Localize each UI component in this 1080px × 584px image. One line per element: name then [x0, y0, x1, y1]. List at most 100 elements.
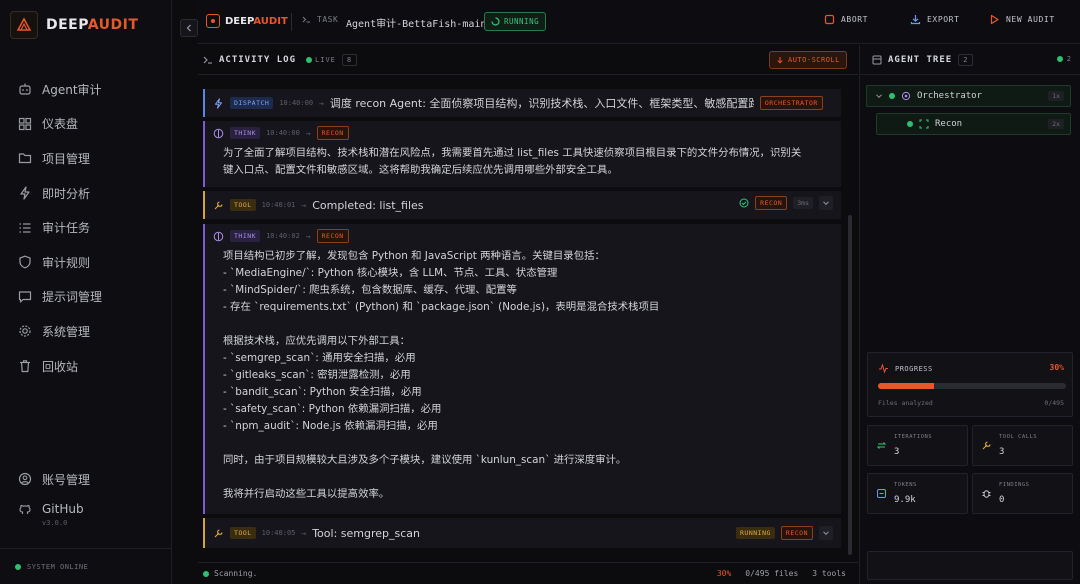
sidebar-item-audit-tasks[interactable]: 审计任务	[0, 210, 172, 245]
activity-log-entries[interactable]: DISPATCH 10:40:00 → 调度 recon Agent: 全面侦察…	[198, 76, 846, 554]
github-icon	[19, 504, 31, 514]
brand-name: DEEPAUDIT	[46, 17, 138, 33]
sidebar-item-trash[interactable]: 回收站	[0, 349, 172, 384]
entry-line: - `bandit_scan`: Python 安全扫描，必用	[223, 386, 422, 398]
header-brand-name: DEEPAUDIT	[225, 16, 288, 27]
stat-label: FINDINGS	[999, 482, 1030, 488]
entry-type-badge: THINK	[230, 127, 261, 139]
auto-scroll-toggle[interactable]: AUTO-SCROLL	[769, 51, 847, 69]
sidebar-item-instant-analysis[interactable]: 即时分析	[0, 176, 172, 211]
brain-icon	[213, 128, 224, 138]
entry-spacer	[223, 435, 829, 452]
live-text: LIVE	[315, 56, 336, 64]
chevron-down-icon	[823, 531, 829, 536]
export-label: EXPORT	[927, 15, 960, 24]
lightning-icon	[20, 186, 30, 200]
sidebar-item-label: Agent审计	[42, 82, 102, 97]
export-button[interactable]: EXPORT	[910, 14, 960, 25]
sidebar-item-projects[interactable]: 项目管理	[0, 141, 172, 176]
sidebar-item-label: 审计任务	[42, 221, 91, 236]
sidebar-item-system[interactable]: 系统管理	[0, 314, 172, 349]
sidebar-bottom: 账号管理 GitHub v3.0.0	[0, 464, 172, 538]
tree-node-count: 1x	[1048, 91, 1064, 101]
live-indicator: LIVE	[306, 56, 336, 64]
log-entry-think[interactable]: THINK 10:40:00 → RECON 为了全面了解项目结构、技术栈和潜在…	[203, 121, 841, 187]
brand-name-prefix: DEEP	[46, 17, 88, 33]
log-entry-dispatch[interactable]: DISPATCH 10:40:00 → 调度 recon Agent: 全面侦察…	[203, 89, 841, 117]
check-circle-icon	[739, 198, 749, 208]
tree-node-orchestrator[interactable]: Orchestrator 1x	[866, 85, 1071, 107]
stat-label: TOKENS	[894, 482, 917, 488]
new-audit-button[interactable]: NEW AUDIT	[989, 14, 1055, 25]
sidebar-item-dashboard[interactable]: 仪表盘	[0, 107, 172, 142]
progress-value: 0/495	[1044, 399, 1064, 407]
sidebar-item-github[interactable]: GitHub v3.0.0	[0, 498, 172, 538]
expand-entry-button[interactable]	[819, 196, 833, 210]
system-status: SYSTEM ONLINE	[0, 548, 172, 584]
entry-line: 同时，由于项目规模较大且涉及多个子模块，建议使用 `kunlun_scan` 进…	[223, 454, 627, 466]
entry-agent-badge: RECON	[780, 526, 813, 540]
activity-icon	[879, 363, 888, 374]
scan-metrics: 30% 0/495 files 3 tools	[717, 569, 846, 578]
scan-status-text: Scanning.	[214, 569, 258, 578]
sidebar-item-label: 提示词管理	[42, 290, 103, 305]
entry-line: 根据技术栈，应优先调用以下外部工具：	[223, 335, 411, 347]
active-dot-icon	[1056, 56, 1063, 62]
sidebar-item-label: 审计规则	[42, 255, 91, 270]
entry-type-badge: DISPATCH	[230, 97, 274, 109]
expand-entry-button[interactable]	[819, 526, 833, 540]
abort-button[interactable]: ABORT	[824, 14, 868, 25]
terminal-icon	[302, 16, 310, 23]
terminal-icon	[203, 56, 212, 64]
trash-icon	[20, 360, 30, 373]
bot-icon	[19, 83, 31, 95]
progress-header: PROGRESS	[878, 363, 933, 374]
arrow-right-icon: →	[305, 128, 311, 138]
task-label-text: TASK	[317, 15, 339, 24]
activity-log-footer: Scanning. 30% 0/495 files 3 tools	[198, 562, 858, 584]
new-audit-label: NEW AUDIT	[1006, 15, 1055, 24]
arrow-right-icon: →	[301, 200, 307, 210]
entry-text: Tool: semgrep_scan	[312, 526, 420, 540]
bottom-info-card	[867, 551, 1073, 580]
collapse-sidebar-button[interactable]	[180, 19, 198, 37]
entry-body: 项目结构已初步了解，发现包含 Python 和 JavaScript 两种语言。…	[205, 248, 841, 503]
log-entry-tool[interactable]: TOOL 10:40:01 → Completed: list_files RE…	[203, 191, 841, 219]
header-logo-icon	[206, 14, 220, 28]
task-name: Agent审计-BettaFish-main	[346, 19, 487, 30]
entry-meta: RUNNING RECON	[736, 526, 833, 540]
stat-findings: FINDINGS 0	[972, 473, 1073, 514]
log-entry-think[interactable]: THINK 10:40:02 → RECON 项目结构已初步了解，发现包含 Py…	[203, 224, 841, 514]
version-label: v3.0.0	[42, 519, 68, 527]
log-entry-tool-running[interactable]: TOOL 10:40:05 → Tool: semgrep_scan RUNNI…	[203, 518, 841, 548]
top-header: DEEPAUDIT TASK Agent审计-BettaFish-main RU…	[198, 0, 1080, 44]
node-status-dot-icon	[907, 121, 913, 127]
sidebar-item-agent-audit[interactable]: Agent审计	[0, 72, 172, 107]
entry-count: 8	[341, 54, 358, 66]
entry-line: - `safety_scan`: Python 依赖漏洞扫描，必用	[223, 403, 442, 415]
entry-line: 我将并行启动这些工具以提高效率。	[223, 488, 390, 500]
entry-timestamp: 10:40:01	[261, 201, 296, 209]
wrench-icon	[214, 200, 223, 209]
entry-agent-badge: RECON	[755, 196, 788, 210]
entry-agent-badge: RECON	[316, 229, 349, 243]
list-icon	[19, 223, 31, 233]
sidebar-item-label: 即时分析	[42, 186, 91, 201]
chevron-down-icon	[823, 201, 829, 206]
sidebar-item-prompts[interactable]: 提示词管理	[0, 280, 172, 315]
brand[interactable]: DEEPAUDIT	[10, 11, 138, 39]
log-scrollbar[interactable]	[848, 215, 852, 555]
brand-logo-icon	[10, 11, 38, 39]
lightning-icon	[215, 97, 222, 109]
agent-tree-count: 2	[958, 54, 974, 66]
entry-timestamp: 10:40:00	[279, 99, 314, 107]
agent-tree-header: AGENT TREE 2 2	[860, 45, 1080, 75]
entry-line: 为了全面了解项目结构、技术栈和潜在风险点，我需要首先通过 list_files …	[223, 147, 802, 159]
sidebar-item-audit-rules[interactable]: 审计规则	[0, 245, 172, 280]
sidebar-item-label: 账号管理	[42, 472, 91, 487]
tree-node-recon[interactable]: Recon 2x	[876, 113, 1071, 135]
tree-node-label: Recon	[935, 119, 963, 129]
sidebar-item-account[interactable]: 账号管理	[0, 464, 172, 494]
entry-type-badge: TOOL	[230, 199, 256, 211]
activity-log-panel: ACTIVITY LOG LIVE 8 AUTO-SCROLL DISPATCH…	[198, 45, 858, 584]
